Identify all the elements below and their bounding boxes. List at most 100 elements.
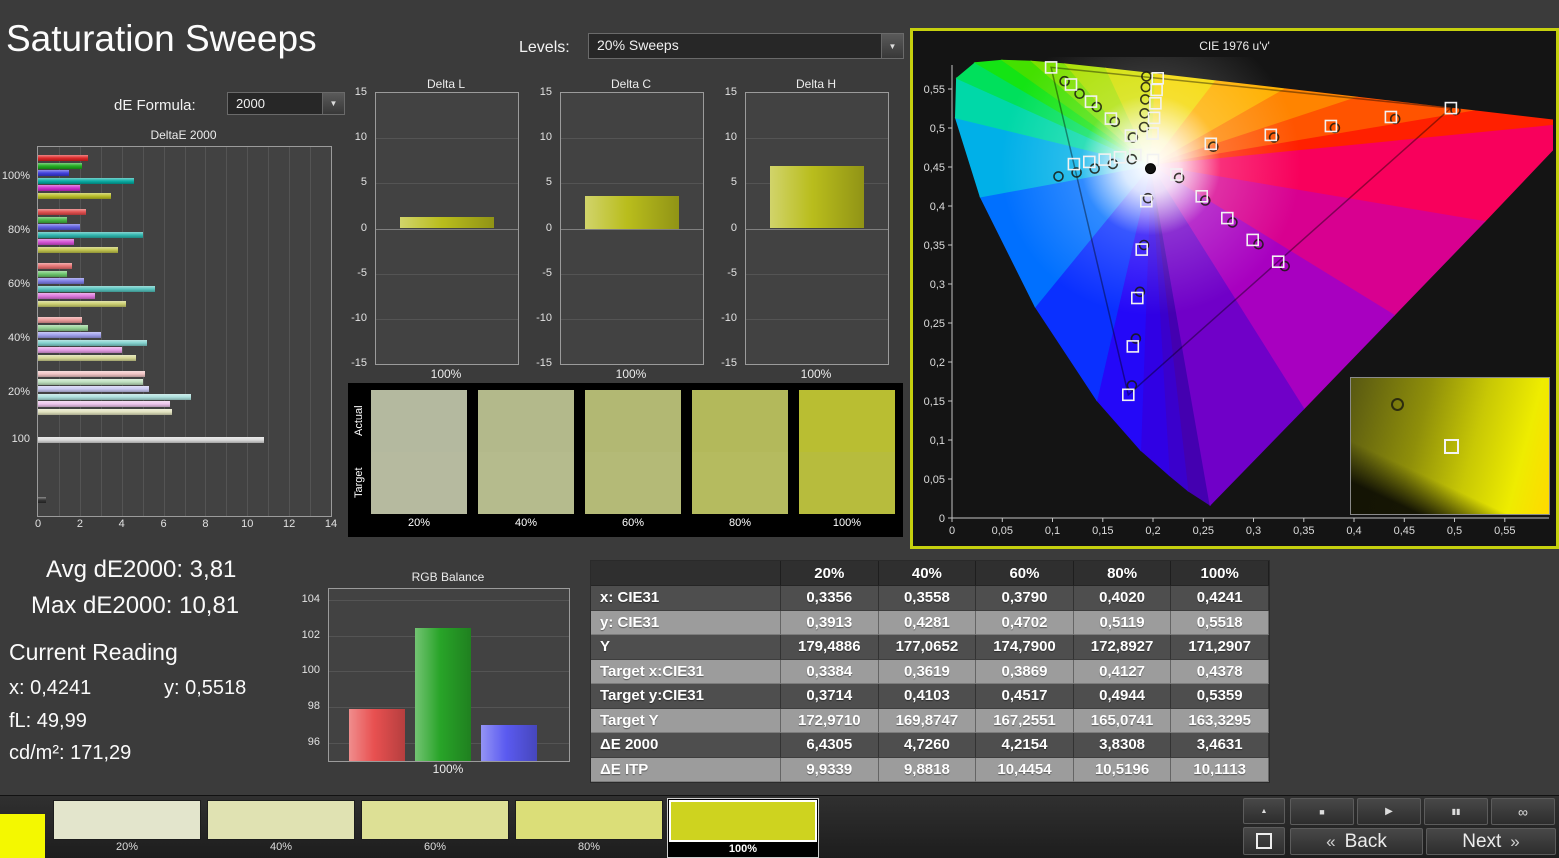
axis-tick-label: 4 xyxy=(118,518,125,530)
reading-x: x: 0,4241 xyxy=(9,677,92,699)
axis-tick-label: 0,1 xyxy=(1045,525,1060,537)
table-cell: 0,5359 xyxy=(1171,684,1269,709)
row-label: Target Y xyxy=(591,708,781,733)
deltae-bar xyxy=(38,246,118,253)
patch-swatch xyxy=(669,800,817,842)
axis-tick-label: -5 xyxy=(357,266,367,279)
axis-tick-label: 0,5 xyxy=(1447,525,1462,537)
patch-label: 100% xyxy=(832,517,862,529)
axis-tick-label: 98 xyxy=(307,700,320,713)
axis-tick-label: 0 xyxy=(34,518,42,530)
deltae-bar xyxy=(38,317,82,323)
patch-column: 60% xyxy=(585,390,681,532)
table-cell: 0,4281 xyxy=(878,610,977,635)
stop-icon: ■ xyxy=(1319,806,1325,817)
gridline xyxy=(184,147,186,516)
chevron-up-button[interactable]: ▲ xyxy=(1243,798,1285,824)
actual-swatch xyxy=(692,390,788,452)
gridline xyxy=(205,147,207,516)
rgb-plot[interactable] xyxy=(328,588,570,762)
row-label: Target y:CIE31 xyxy=(591,684,781,709)
axis-tick-label: 102 xyxy=(301,628,320,641)
patch-swatch xyxy=(515,800,663,840)
deltae-plot[interactable] xyxy=(37,146,332,517)
gridline xyxy=(376,228,518,230)
next-label: Next xyxy=(1462,830,1502,852)
levels-dropdown[interactable]: 20% Sweeps ▼ xyxy=(588,33,904,59)
pause-button[interactable]: ▮▮ xyxy=(1424,798,1488,825)
levels-label: Levels: xyxy=(519,39,570,56)
pause-icon: ▮▮ xyxy=(1451,807,1461,816)
row-label: y: CIE31 xyxy=(591,610,781,635)
delta-c-plot[interactable] xyxy=(560,92,704,365)
table-cell: 171,2907 xyxy=(1171,635,1269,660)
patch-button[interactable]: 100% xyxy=(667,798,819,858)
patch-column: 40% xyxy=(478,390,574,532)
loop-button[interactable]: ∞ xyxy=(1491,798,1555,825)
gridline xyxy=(247,147,249,516)
table-cell: 3,4631 xyxy=(1171,733,1269,758)
row-label: x: CIE31 xyxy=(591,586,781,611)
patch-button-label: 80% xyxy=(577,841,601,853)
play-button[interactable]: ▶ xyxy=(1357,798,1421,825)
table-row: Target x:CIE31 0,3384 0,3619 0,3869 0,4127 0,… xyxy=(591,659,1269,684)
stop-button[interactable]: ■ xyxy=(1290,798,1354,825)
deltae-bar xyxy=(38,155,89,161)
delta-h-title: Delta H xyxy=(795,77,836,91)
target-swatch xyxy=(799,452,895,514)
axis-tick-label: 80% xyxy=(7,224,30,236)
reading-y: y: 0,5518 xyxy=(164,677,247,699)
patch-button[interactable]: 80% xyxy=(514,799,664,857)
table-cell: 0,4127 xyxy=(1073,659,1172,684)
patch-button[interactable]: 20% xyxy=(52,799,202,857)
patch-swatch xyxy=(207,800,355,840)
table-cell: 0,3913 xyxy=(781,610,879,635)
axis-tick-label: 0,2 xyxy=(930,357,945,369)
table-row: x: CIE31 0,3356 0,3558 0,3790 0,4020 0,4241 xyxy=(591,586,1269,611)
stop-display-button[interactable] xyxy=(1243,827,1285,855)
column-header: 40% xyxy=(878,561,977,586)
gridline xyxy=(142,147,144,516)
column-header: 80% xyxy=(1073,561,1172,586)
axis-tick-label: 0,4 xyxy=(1346,525,1361,537)
table-cell: 6,4305 xyxy=(781,733,879,758)
patch-compare-panel[interactable]: Actual Target 20% 40% 60% 80% 100% xyxy=(348,383,903,537)
de-formula-label: dE Formula: xyxy=(114,97,196,114)
axis-tick-label: 8 xyxy=(202,518,209,530)
gridline xyxy=(561,228,703,230)
deltae-bar xyxy=(38,278,84,284)
cie-panel[interactable]: CIE 1976 u'v' 0 0 0,05 0,05 0,1 0,1 0,15 0,15 0,… xyxy=(910,28,1559,549)
delta-h-plot[interactable] xyxy=(745,92,889,365)
next-button[interactable]: Next » xyxy=(1426,828,1556,855)
patch-button[interactable]: 60% xyxy=(360,799,510,857)
axis-tick-label: 0,25 xyxy=(924,318,945,330)
column-header: 60% xyxy=(976,561,1074,586)
play-icon: ▶ xyxy=(1385,806,1393,817)
patch-button[interactable]: 40% xyxy=(206,799,356,857)
table-cell: 0,4241 xyxy=(1171,586,1269,611)
table-cell: 177,0652 xyxy=(878,635,977,660)
gridline xyxy=(163,147,165,516)
table-cell: 0,3869 xyxy=(976,659,1074,684)
blue-balance-bar xyxy=(481,725,537,761)
deltae-bar xyxy=(38,408,172,415)
de-formula-dropdown[interactable]: 2000 ▼ xyxy=(227,92,345,115)
avg-de-value: Avg dE2000: 3,81 xyxy=(46,556,237,583)
table-row: Y 179,4886 177,0652 174,7900 172,8927 171,290… xyxy=(591,635,1269,660)
table-row: y: CIE31 0,3913 0,4281 0,4702 0,5119 0,5518 xyxy=(591,610,1269,635)
table-row: Target y:CIE31 0,3714 0,4103 0,4517 0,4944 0,… xyxy=(591,684,1269,709)
axis-tick-label: 0,15 xyxy=(924,396,945,408)
deltae-bar xyxy=(38,216,68,223)
table-cell: 0,3384 xyxy=(781,659,879,684)
axis-tick-label: 0,45 xyxy=(924,162,945,174)
back-button[interactable]: « Back xyxy=(1290,828,1423,855)
deltae-bar xyxy=(38,378,143,385)
axis-tick-label: 0,25 xyxy=(1193,525,1214,537)
deltae-bar xyxy=(38,263,72,269)
table-row: Target Y 172,9710 169,8747 167,2551 165,0741… xyxy=(591,708,1269,733)
deltae-bar xyxy=(38,324,89,331)
chevron-down-icon: ▼ xyxy=(881,34,903,58)
cie-title: CIE 1976 u'v' xyxy=(1199,39,1270,53)
delta-l-plot[interactable] xyxy=(375,92,519,365)
axis-tick-label: -15 xyxy=(351,357,367,369)
